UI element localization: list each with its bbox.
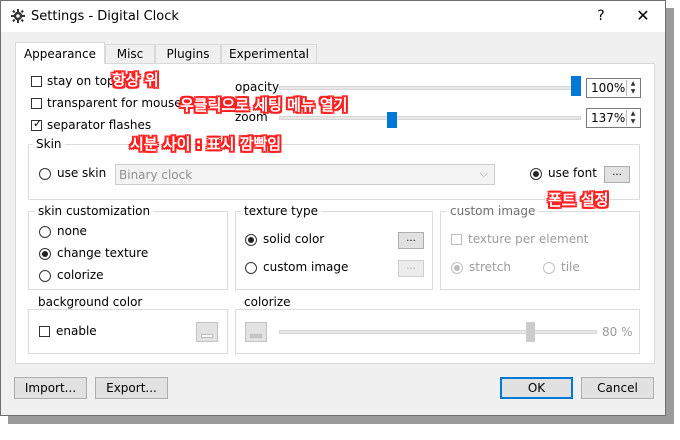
export-button[interactable]: Export... (95, 377, 168, 399)
tab-plugins[interactable]: Plugins (155, 44, 221, 63)
ok-button[interactable]: OK (500, 377, 573, 399)
texture-type-group (235, 211, 433, 290)
cancel-button[interactable]: Cancel (581, 377, 654, 399)
zoom-value: 137% (591, 111, 626, 125)
annotation-right-click-menu: 우클릭으로 세팅 메뉴 열기 (180, 96, 348, 114)
help-button[interactable]: ? (593, 8, 609, 24)
texture-per-element-checkbox[interactable] (451, 234, 462, 245)
annotation-font-setting: 폰트 설정 (548, 191, 609, 209)
colorize-color-swatch[interactable] (245, 322, 267, 342)
change-texture-radio[interactable] (39, 248, 51, 260)
background-color-title: background color (35, 295, 146, 309)
skin-customization-title: skin customization (35, 204, 154, 218)
background-enable-label[interactable]: enable (56, 324, 97, 338)
background-enable-checkbox[interactable] (39, 326, 50, 337)
skin-group-title: Skin (33, 137, 65, 151)
colorize-slider-thumb[interactable] (526, 322, 535, 342)
separator-flashes-checkbox[interactable]: ✓ (31, 117, 43, 131)
swatch-bar (201, 334, 213, 338)
stretch-label[interactable]: stretch (469, 260, 511, 274)
radio-dot (42, 251, 48, 257)
texture-type-title: texture type (241, 204, 321, 218)
use-font-radio[interactable] (530, 168, 542, 180)
window-title: Settings - Digital Clock (31, 9, 179, 24)
spin-arrows-icon[interactable]: ▲ ▼ (626, 110, 639, 126)
background-color-swatch[interactable] (196, 322, 218, 342)
spin-arrows-icon[interactable]: ▲ ▼ (626, 80, 639, 96)
tile-radio[interactable] (543, 262, 555, 274)
skin-select[interactable]: Binary clock ⌵ (115, 164, 495, 185)
zoom-slider-thumb[interactable] (387, 112, 397, 128)
swatch-bar (250, 334, 262, 338)
colorize-title: colorize (241, 295, 294, 309)
none-radio[interactable] (39, 226, 51, 238)
use-skin-radio[interactable] (39, 168, 51, 180)
stay-on-top-checkbox[interactable] (31, 76, 42, 87)
opacity-slider-thumb[interactable] (571, 76, 581, 96)
tab-misc[interactable]: Misc (105, 44, 155, 63)
chevron-down-icon: ⌵ (479, 167, 488, 180)
tab-experimental[interactable]: Experimental (221, 44, 317, 63)
tab-appearance[interactable]: Appearance (15, 42, 105, 64)
transparent-for-mouse-checkbox[interactable] (31, 98, 42, 109)
gear-icon (11, 9, 25, 23)
font-settings-button[interactable]: ... (604, 166, 630, 183)
opacity-slider-track[interactable] (279, 86, 581, 90)
use-font-label[interactable]: use font (548, 166, 597, 180)
custom-image-radio[interactable] (245, 262, 257, 274)
tile-label[interactable]: tile (561, 260, 580, 274)
checkmark-icon: ✓ (33, 117, 43, 130)
texture-per-element-label[interactable]: texture per element (468, 232, 588, 246)
close-button[interactable]: ✕ (635, 6, 651, 25)
solid-color-button[interactable]: ... (398, 232, 424, 249)
none-label[interactable]: none (57, 224, 87, 238)
opacity-value: 100% (591, 81, 626, 95)
zoom-spinbox[interactable]: 137% ▲ ▼ (586, 108, 641, 128)
change-texture-label[interactable]: change texture (57, 246, 148, 260)
colorize-value: 80 % (602, 325, 633, 339)
custom-image-label[interactable]: custom image (263, 260, 348, 274)
custom-image-button[interactable]: ... (398, 260, 424, 277)
title-bar: Settings - Digital Clock ? ✕ (1, 1, 665, 32)
transparent-for-mouse-label[interactable]: transparent for mouse (47, 96, 182, 110)
zoom-slider-track[interactable] (279, 116, 581, 120)
colorize-radio[interactable] (39, 270, 51, 282)
skin-select-value: Binary clock (119, 168, 193, 182)
radio-dot (248, 237, 254, 243)
annotation-stay-on-top: 항상 위 (112, 71, 159, 89)
solid-color-radio[interactable] (245, 234, 257, 246)
radio-dot (533, 171, 539, 177)
colorize-label[interactable]: colorize (57, 268, 104, 282)
opacity-spinbox[interactable]: 100% ▲ ▼ (586, 78, 641, 98)
radio-dot (454, 265, 460, 271)
import-button[interactable]: Import... (14, 377, 87, 399)
custom-image-group (440, 211, 640, 290)
colorize-slider-track[interactable] (279, 330, 597, 334)
solid-color-label[interactable]: solid color (263, 232, 324, 246)
stretch-radio[interactable] (451, 262, 463, 274)
custom-image-title: custom image (447, 204, 539, 218)
opacity-label: opacity (235, 80, 280, 94)
use-skin-label[interactable]: use skin (57, 166, 106, 180)
separator-flashes-label[interactable]: separator flashes (47, 118, 151, 132)
annotation-separator-blink: 시분 사이 : 표시 깜빡임 (130, 135, 282, 153)
stay-on-top-label[interactable]: stay on top (47, 74, 115, 88)
